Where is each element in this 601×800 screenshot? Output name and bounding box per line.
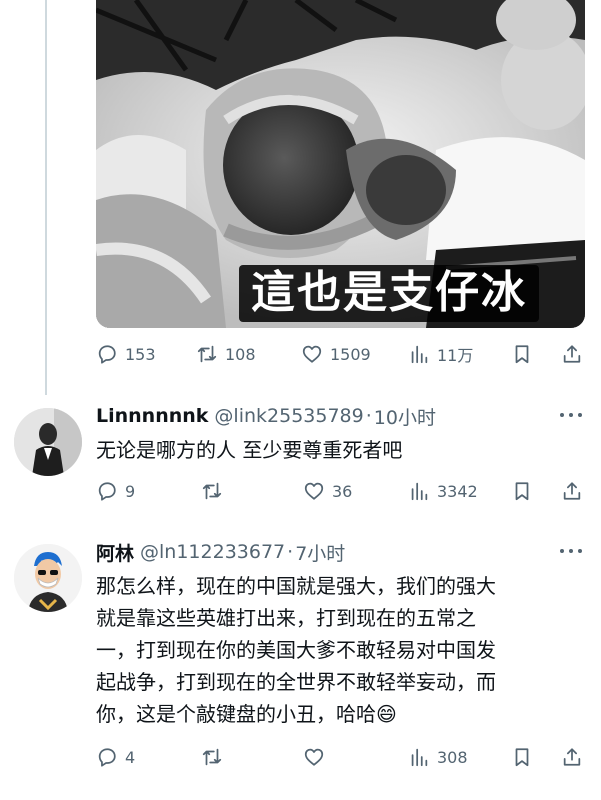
separator-dot: · — [365, 405, 372, 427]
repost-button[interactable]: 108 — [196, 339, 256, 369]
like-icon — [302, 345, 322, 363]
separator-dot: · — [287, 541, 294, 563]
avatar[interactable] — [14, 408, 82, 476]
bookmark-button[interactable] — [511, 339, 533, 369]
avatar[interactable] — [14, 544, 82, 612]
repost-icon — [202, 748, 222, 766]
reply-action-bar: 9 36 3342 — [96, 476, 591, 506]
reply-text-line: 你，这是个敲键盘的小丑，哈哈😄 — [96, 702, 397, 726]
display-name[interactable]: 阿林 — [96, 539, 134, 566]
display-name[interactable]: Linnnnnnk — [96, 405, 208, 427]
like-button[interactable]: 36 — [303, 476, 352, 506]
share-icon — [563, 482, 581, 500]
views-button[interactable]: 308 — [408, 742, 468, 772]
reply-text: 无论是哪方的人 至少要尊重死者吧 — [96, 438, 403, 462]
repost-button[interactable] — [201, 476, 230, 506]
reply-text-line: 一，打到现在你的美国大爹不敢轻易对中国发 — [96, 638, 496, 662]
reply-text-line: 就是靠这些英雄打出来，打到现在的五常之 — [96, 606, 476, 630]
share-icon — [563, 748, 581, 766]
repost-icon — [197, 345, 217, 363]
reply-button[interactable]: 153 — [96, 339, 156, 369]
share-button[interactable] — [561, 476, 583, 506]
bookmark-button[interactable] — [511, 742, 533, 772]
reply-icon — [98, 748, 116, 767]
bookmark-button[interactable] — [511, 476, 533, 506]
views-icon — [411, 345, 428, 364]
reply-button[interactable]: 9 — [96, 476, 135, 506]
post-image[interactable]: 這也是支仔冰 — [96, 0, 585, 328]
reply-text-line: 那怎么样，现在的中国就是强大，我们的强大 — [96, 574, 496, 598]
views-button[interactable]: 3342 — [408, 476, 478, 506]
reply-header: 阿林 @ln112233677 · 7小时 — [96, 538, 345, 566]
image-caption: 這也是支仔冰 — [193, 256, 585, 322]
views-button[interactable]: 11万 — [408, 339, 473, 369]
share-button[interactable] — [561, 742, 583, 772]
more-options-button[interactable] — [560, 410, 584, 420]
reply-text: 那怎么样，现在的中国就是强大，我们的强大 就是靠这些英雄打出来，打到现在的五常之… — [96, 570, 566, 730]
reply-action-bar: 4 308 — [96, 742, 591, 772]
share-button[interactable] — [561, 339, 583, 369]
share-icon — [563, 345, 581, 363]
timestamp[interactable]: 7小时 — [295, 539, 345, 566]
like-icon — [304, 482, 324, 500]
like-icon — [304, 748, 324, 766]
like-button[interactable] — [303, 742, 332, 772]
reply-button[interactable]: 4 — [96, 742, 135, 772]
more-options-button[interactable] — [560, 546, 584, 556]
reply-header: Linnnnnnk @link25535789 · 10小时 — [96, 402, 436, 430]
reply-text-line: 起战争，打到现在的全世界不敢轻举妄动，而 — [96, 670, 496, 694]
avatar-image — [14, 408, 82, 476]
user-handle[interactable]: @link25535789 — [214, 405, 363, 427]
repost-icon — [202, 482, 222, 500]
post-action-bar: 153 108 1509 11万 — [96, 339, 591, 369]
reply-icon — [98, 345, 116, 364]
reply-icon — [98, 482, 116, 501]
bookmark-icon — [515, 482, 529, 501]
bookmark-icon — [515, 748, 529, 767]
like-button[interactable]: 1509 — [301, 339, 371, 369]
bookmark-icon — [515, 345, 529, 364]
views-icon — [411, 748, 428, 767]
repost-button[interactable] — [201, 742, 230, 772]
avatar-image — [14, 544, 82, 612]
user-handle[interactable]: @ln112233677 — [140, 541, 285, 563]
timestamp[interactable]: 10小时 — [374, 403, 436, 430]
thread-connector-line — [45, 0, 47, 395]
views-icon — [411, 482, 428, 501]
